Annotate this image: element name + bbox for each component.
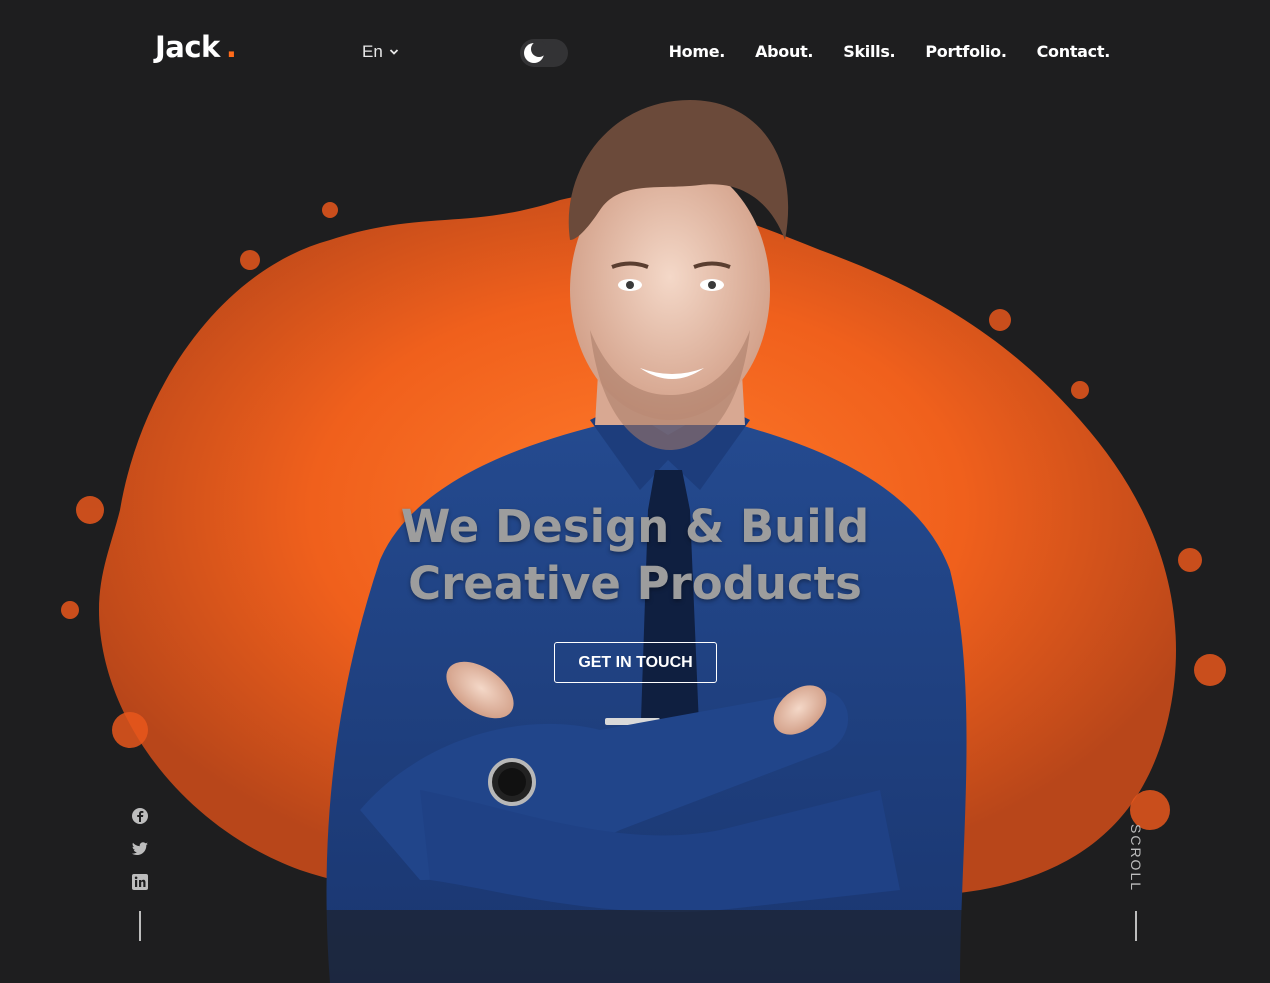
logo-dot: . — [225, 30, 237, 64]
social-links — [131, 807, 149, 941]
nav-home[interactable]: Home. — [669, 42, 726, 61]
headline-line-1: We Design & Build — [400, 500, 870, 553]
theme-toggle[interactable] — [520, 39, 568, 67]
facebook-icon[interactable] — [131, 807, 149, 825]
logo-text: Jack — [155, 30, 220, 64]
hero-headline: We Design & Build Creative Products — [0, 498, 1270, 612]
linkedin-icon[interactable] — [131, 873, 149, 891]
nav-portfolio[interactable]: Portfolio. — [925, 42, 1007, 61]
language-label: En — [362, 42, 383, 61]
main-nav: Home. About. Skills. Portfolio. Contact. — [669, 42, 1111, 61]
get-in-touch-button[interactable]: GET IN TOUCH — [554, 642, 717, 683]
scroll-label: SCROLL — [1128, 824, 1144, 893]
moon-icon — [524, 41, 546, 63]
nav-about[interactable]: About. — [755, 42, 813, 61]
language-selector[interactable]: En — [362, 42, 399, 62]
social-divider-line — [139, 911, 141, 941]
nav-contact[interactable]: Contact. — [1037, 42, 1111, 61]
headline-line-2: Creative Products — [408, 557, 862, 610]
scroll-indicator[interactable]: SCROLL — [1120, 824, 1150, 896]
chevron-down-icon — [389, 49, 398, 55]
site-header: Jack. En Home. About. Skills. Portfolio.… — [0, 0, 1270, 100]
scroll-line — [1135, 911, 1137, 941]
twitter-icon[interactable] — [131, 840, 149, 858]
site-logo[interactable]: Jack. — [155, 30, 237, 64]
nav-skills[interactable]: Skills. — [843, 42, 895, 61]
